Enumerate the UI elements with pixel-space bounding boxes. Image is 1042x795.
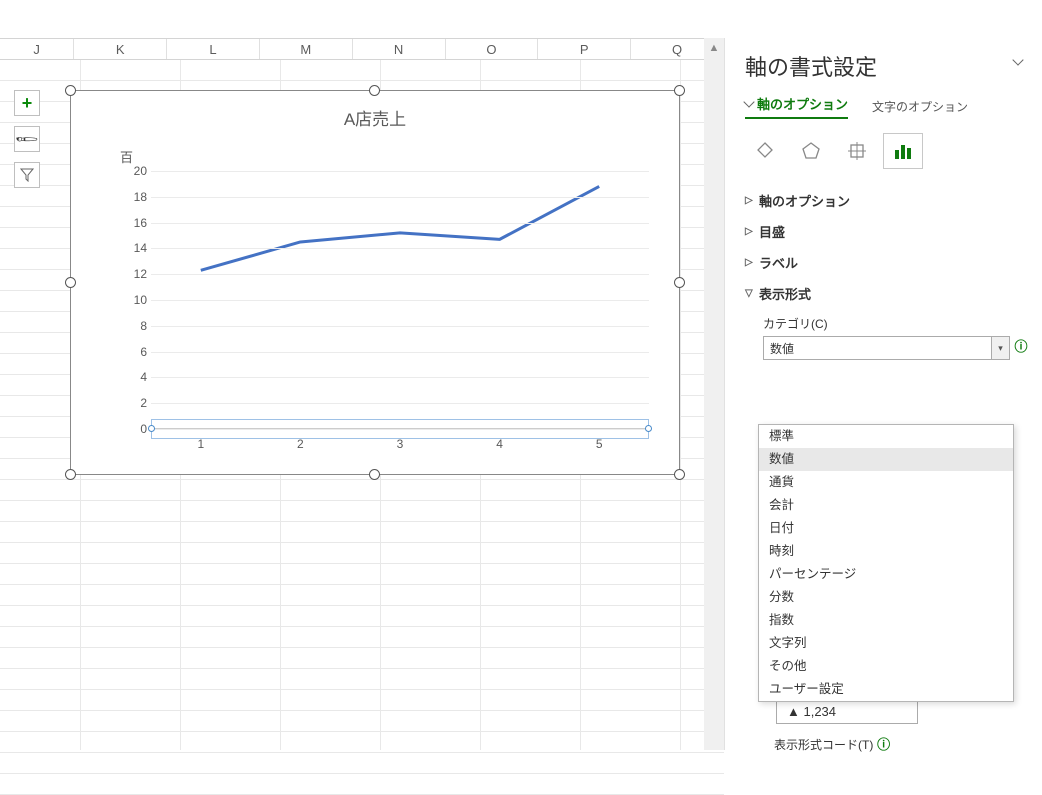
fill-line-tab[interactable] <box>745 133 785 169</box>
category-label: カテゴリ(C) <box>763 315 1028 332</box>
resize-handle[interactable] <box>65 469 76 480</box>
dropdown-item[interactable]: 文字列 <box>759 632 1013 655</box>
format-code-label: 表示形式コード(T) ⓘ <box>774 734 891 753</box>
effects-tab[interactable] <box>791 133 831 169</box>
chart-title[interactable]: A店売上 <box>71 105 679 130</box>
funnel-icon <box>20 168 34 182</box>
chart-buttons: + 🖌 <box>14 90 44 198</box>
collapse-icon[interactable] <box>1014 59 1028 73</box>
chart-style-button[interactable]: 🖌 <box>14 126 40 152</box>
axis-options-tab[interactable] <box>883 133 923 169</box>
dropdown-item[interactable]: 通貨 <box>759 471 1013 494</box>
col-O[interactable]: O <box>446 39 539 59</box>
section-number-format[interactable]: ▽表示形式 <box>745 278 1028 309</box>
resize-handle[interactable] <box>674 277 685 288</box>
chart-add-button[interactable]: + <box>14 90 40 116</box>
col-P[interactable]: P <box>538 39 631 59</box>
resize-handle[interactable] <box>65 85 76 96</box>
panel-title: 軸の書式設定 <box>745 50 877 82</box>
size-tab[interactable] <box>837 133 877 169</box>
plot-area[interactable]: 02468101214161820 12345 <box>151 171 649 429</box>
panel-icon-tabs <box>745 133 1028 169</box>
spreadsheet-grid[interactable]: J K L M N O P Q + 🖌 A店売上 百 02468101214 <box>0 0 724 750</box>
col-K[interactable]: K <box>74 39 167 59</box>
dropdown-item[interactable]: ユーザー設定 <box>759 678 1013 701</box>
dropdown-item[interactable]: 会計 <box>759 494 1013 517</box>
chevron-down-icon <box>745 101 753 106</box>
dropdown-item[interactable]: 指数 <box>759 609 1013 632</box>
bar-chart-icon <box>892 141 914 161</box>
section-ticks[interactable]: ▷目盛 <box>745 216 1028 247</box>
tab-axis-options[interactable]: 軸のオプション <box>745 94 848 119</box>
col-N[interactable]: N <box>353 39 446 59</box>
tab-label: 軸のオプション <box>757 94 848 113</box>
resize-handle[interactable] <box>674 85 685 96</box>
col-M[interactable]: M <box>260 39 353 59</box>
category-dropdown[interactable]: 標準数値通貨会計日付時刻パーセンテージ分数指数文字列その他ユーザー設定 <box>758 424 1014 702</box>
plus-icon: + <box>22 93 33 114</box>
pentagon-icon <box>800 140 822 162</box>
resize-handle[interactable] <box>65 277 76 288</box>
dropdown-item[interactable]: 時刻 <box>759 540 1013 563</box>
tab-text-options[interactable]: 文字のオプション <box>872 98 968 115</box>
col-J[interactable]: J <box>0 39 74 59</box>
info-icon[interactable]: ⓘ <box>1014 340 1028 354</box>
x-axis-selection[interactable] <box>151 419 649 439</box>
combo-value: 数値 <box>770 340 794 357</box>
brush-icon: 🖌 <box>14 126 40 152</box>
col-L[interactable]: L <box>167 39 260 59</box>
dropdown-item[interactable]: 分数 <box>759 586 1013 609</box>
dropdown-item[interactable]: 標準 <box>759 425 1013 448</box>
section-axis-options[interactable]: ▷軸のオプション <box>745 185 1028 216</box>
dropdown-item[interactable]: その他 <box>759 655 1013 678</box>
section-labels[interactable]: ▷ラベル <box>745 247 1028 278</box>
size-icon <box>846 140 868 162</box>
dropdown-item[interactable]: 数値 <box>759 448 1013 471</box>
dropdown-item[interactable]: 日付 <box>759 517 1013 540</box>
combo-arrow-icon: ▾ <box>991 337 1009 359</box>
paint-icon <box>754 140 776 162</box>
chart-filter-button[interactable] <box>14 162 40 188</box>
resize-handle[interactable] <box>369 469 380 480</box>
vertical-scrollbar[interactable]: ▲ <box>704 38 724 750</box>
resize-handle[interactable] <box>674 469 685 480</box>
resize-handle[interactable] <box>369 85 380 96</box>
category-combo[interactable]: 数値 ▾ <box>763 336 1010 360</box>
scroll-up-button[interactable]: ▲ <box>704 38 724 58</box>
chart-object[interactable]: A店売上 百 02468101214161820 12345 <box>70 90 680 475</box>
dropdown-item[interactable]: パーセンテージ <box>759 563 1013 586</box>
column-headers: J K L M N O P Q <box>0 38 724 60</box>
